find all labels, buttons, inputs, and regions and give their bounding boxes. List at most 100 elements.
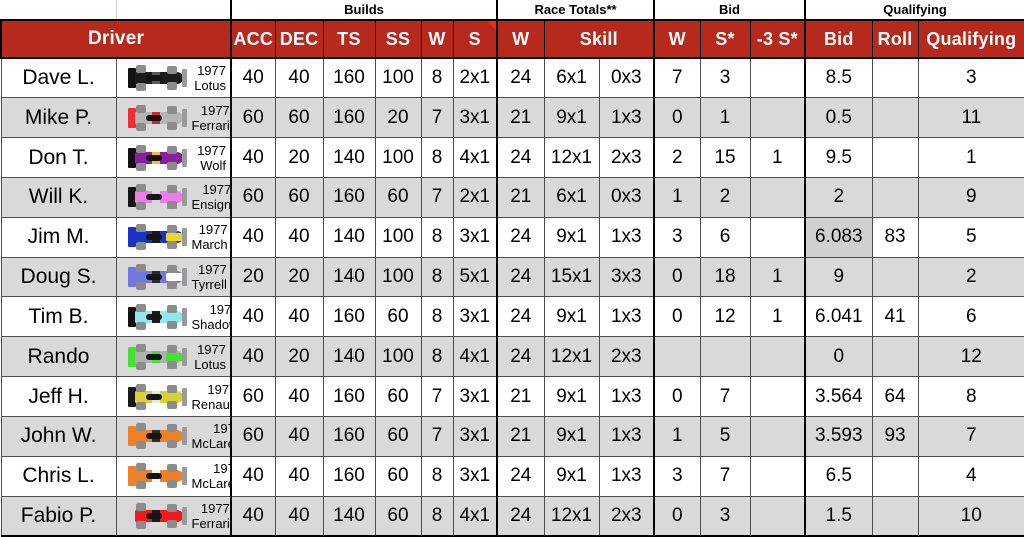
table-row[interactable]: Doug S. 1977 Tyrrell 20 20 140 100 8 5x1 24 15x1 3x…	[0, 256, 1024, 298]
cell-skill-a[interactable]: 9x1	[543, 455, 600, 497]
cell-qualifying[interactable]: 9	[917, 176, 1024, 218]
cell-dec[interactable]: 40	[274, 415, 324, 457]
cell-race-w[interactable]: 24	[496, 137, 545, 178]
table-row[interactable]: Dave L. 1977 Lotus 40 40 160 100 8 2x1 24 6x1 0x3 7 3…	[0, 57, 1024, 99]
cell-qualifying[interactable]: 6	[917, 296, 1024, 338]
cell-qualifying[interactable]: 1	[917, 137, 1024, 178]
driver-car-cell[interactable]: 1977 Wolf	[115, 137, 232, 178]
cell-bid[interactable]: 9	[804, 256, 873, 298]
cell-race-w[interactable]: 24	[496, 495, 545, 537]
cell-race-w[interactable]: 24	[496, 57, 545, 99]
cell-bid-minus3-s[interactable]	[749, 57, 807, 99]
cell-bid-w[interactable]: 0	[653, 256, 701, 298]
cell-bid-s[interactable]: 2	[699, 176, 751, 218]
cell-ts[interactable]: 140	[322, 216, 376, 258]
cell-ss[interactable]: 60	[374, 296, 422, 338]
cell-build-w[interactable]: 8	[420, 137, 454, 178]
cell-race-w[interactable]: 24	[496, 216, 545, 258]
driver-name-cell[interactable]: Will K.	[0, 176, 117, 218]
cell-dec[interactable]: 20	[274, 137, 324, 178]
cell-qualifying[interactable]: 2	[917, 256, 1024, 298]
cell-ss[interactable]: 100	[374, 216, 422, 258]
driver-name-cell[interactable]: Jeff H.	[0, 376, 117, 417]
cell-bid-minus3-s[interactable]	[749, 415, 807, 457]
table-row[interactable]: Fabio P. 1977 Ferrari 40 40 140 60 8 4x1 24 12x1 2x…	[0, 495, 1024, 537]
cell-acc[interactable]: 40	[230, 495, 276, 537]
table-row[interactable]: Rando 1977 Lotus 40 20 140 100 8 4x1 24 12x1 2x3 0 12	[0, 336, 1024, 378]
cell-skill-b[interactable]: 1x3	[598, 376, 656, 417]
cell-ss[interactable]: 60	[374, 415, 422, 457]
cell-build-w[interactable]: 7	[420, 176, 454, 218]
cell-skill-b[interactable]: 2x3	[598, 336, 656, 378]
cell-skill-a[interactable]: 15x1	[543, 256, 600, 298]
cell-dec[interactable]: 40	[274, 216, 324, 258]
col-header-race-w[interactable]: W	[496, 19, 545, 59]
cell-build-s[interactable]: 2x1	[452, 57, 499, 99]
cell-bid-s[interactable]: 7	[699, 455, 751, 497]
cell-ts[interactable]: 140	[322, 495, 376, 537]
cell-skill-a[interactable]: 9x1	[543, 216, 600, 258]
cell-skill-a[interactable]: 9x1	[543, 415, 600, 457]
cell-skill-b[interactable]: 3x3	[598, 256, 656, 298]
cell-race-w[interactable]: 21	[496, 415, 545, 457]
cell-bid-minus3-s[interactable]	[749, 376, 807, 417]
table-row[interactable]: John W.1977McLaren60401606073x1219x11x31…	[0, 415, 1024, 457]
cell-skill-a[interactable]: 9x1	[543, 296, 600, 338]
cell-skill-a[interactable]: 6x1	[543, 176, 600, 218]
cell-acc[interactable]: 60	[230, 376, 276, 417]
cell-build-s[interactable]: 3x1	[452, 455, 499, 497]
table-row[interactable]: Jim M. 1977 March 40 40 140 100 8 3x1 24 9x1 1x3 3 6 6…	[0, 216, 1024, 258]
cell-race-w[interactable]: 24	[496, 336, 545, 378]
cell-skill-b[interactable]: 1x3	[598, 97, 656, 139]
driver-car-cell[interactable]: 1977Renault	[115, 376, 232, 417]
driver-name-cell[interactable]: Chris L.	[0, 455, 117, 497]
cell-build-s[interactable]: 3x1	[452, 296, 499, 338]
cell-bid[interactable]: 9.5	[804, 137, 873, 178]
cell-build-s[interactable]: 4x1	[452, 336, 499, 378]
col-header-build-s[interactable]: S	[452, 19, 499, 59]
cell-skill-a[interactable]: 9x1	[543, 97, 600, 139]
cell-build-s[interactable]: 4x1	[452, 495, 499, 537]
col-header-bid-w[interactable]: W	[653, 19, 701, 59]
cell-roll[interactable]: 93	[871, 415, 919, 457]
driver-car-cell[interactable]: 1977 Ferrari	[115, 97, 232, 139]
cell-bid[interactable]: 6.083	[804, 216, 873, 258]
cell-roll[interactable]	[871, 97, 919, 139]
cell-acc[interactable]: 40	[230, 137, 276, 178]
cell-acc[interactable]: 40	[230, 296, 276, 338]
cell-bid[interactable]: 1.5	[804, 495, 873, 537]
col-header-roll[interactable]: Roll	[871, 19, 919, 59]
cell-qualifying[interactable]: 4	[917, 455, 1024, 497]
cell-bid-s[interactable]: 5	[699, 415, 751, 457]
cell-build-s[interactable]: 5x1	[452, 256, 499, 298]
col-header-ts[interactable]: TS	[322, 19, 376, 59]
cell-bid[interactable]: 2	[804, 176, 873, 218]
cell-skill-a[interactable]: 12x1	[543, 137, 600, 178]
cell-skill-a[interactable]: 6x1	[543, 57, 600, 99]
driver-name-cell[interactable]: Mike P.	[0, 97, 117, 139]
cell-ss[interactable]: 100	[374, 336, 422, 378]
cell-build-w[interactable]: 8	[420, 495, 454, 537]
cell-bid-w[interactable]: 1	[653, 415, 701, 457]
cell-bid-minus3-s[interactable]	[749, 495, 807, 537]
cell-bid-w[interactable]: 0	[653, 97, 701, 139]
driver-name-cell[interactable]: John W.	[0, 415, 117, 457]
cell-bid-minus3-s[interactable]	[749, 455, 807, 497]
cell-bid[interactable]: 6.5	[804, 455, 873, 497]
col-header-bid-s[interactable]: S*	[699, 19, 751, 59]
cell-acc[interactable]: 40	[230, 336, 276, 378]
cell-ss[interactable]: 60	[374, 455, 422, 497]
cell-dec[interactable]: 40	[274, 296, 324, 338]
table-row[interactable]: Mike P. 1977 Ferrari 60 60 160 20 7 3x1 21 9x1 1x3 0…	[0, 97, 1024, 139]
cell-build-s[interactable]: 2x1	[452, 176, 499, 218]
cell-roll[interactable]	[871, 336, 919, 378]
cell-bid-minus3-s[interactable]: 1	[749, 256, 807, 298]
cell-ts[interactable]: 160	[322, 57, 376, 99]
cell-build-s[interactable]: 3x1	[452, 216, 499, 258]
cell-bid-w[interactable]: 0	[653, 495, 701, 537]
driver-name-cell[interactable]: Don T.	[0, 137, 117, 178]
cell-bid-s[interactable]: 3	[699, 495, 751, 537]
cell-bid[interactable]: 8.5	[804, 57, 873, 99]
cell-bid[interactable]: 6.041	[804, 296, 873, 338]
cell-skill-b[interactable]: 1x3	[598, 455, 656, 497]
